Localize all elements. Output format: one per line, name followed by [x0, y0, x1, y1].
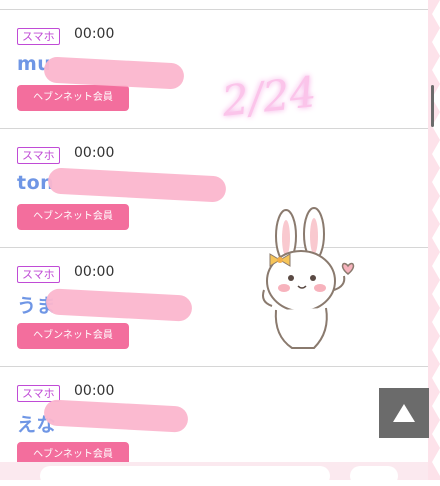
member-badge: ヘブンネット会員 [17, 85, 129, 111]
timestamp: 00:00 [74, 145, 115, 161]
member-badge: ヘブンネット会員 [17, 204, 129, 230]
scrollbar[interactable] [431, 85, 434, 127]
timestamp: 00:00 [74, 383, 115, 399]
device-badge: スマホ [17, 147, 60, 164]
up-arrow-icon [393, 404, 415, 422]
date-overlay: 2/24 [219, 67, 319, 126]
device-badge: スマホ [17, 28, 60, 45]
zigzag-border [428, 0, 440, 480]
bottom-nav-pill[interactable] [40, 466, 330, 486]
rabbit-sticker [262, 207, 355, 349]
timestamp: 00:00 [74, 26, 115, 42]
device-badge: スマホ [17, 266, 60, 283]
bottom-nav-pill[interactable] [350, 466, 398, 486]
timestamp: 00:00 [74, 264, 115, 280]
scroll-to-top-button[interactable] [379, 388, 429, 438]
member-badge: ヘブンネット会員 [17, 323, 129, 349]
